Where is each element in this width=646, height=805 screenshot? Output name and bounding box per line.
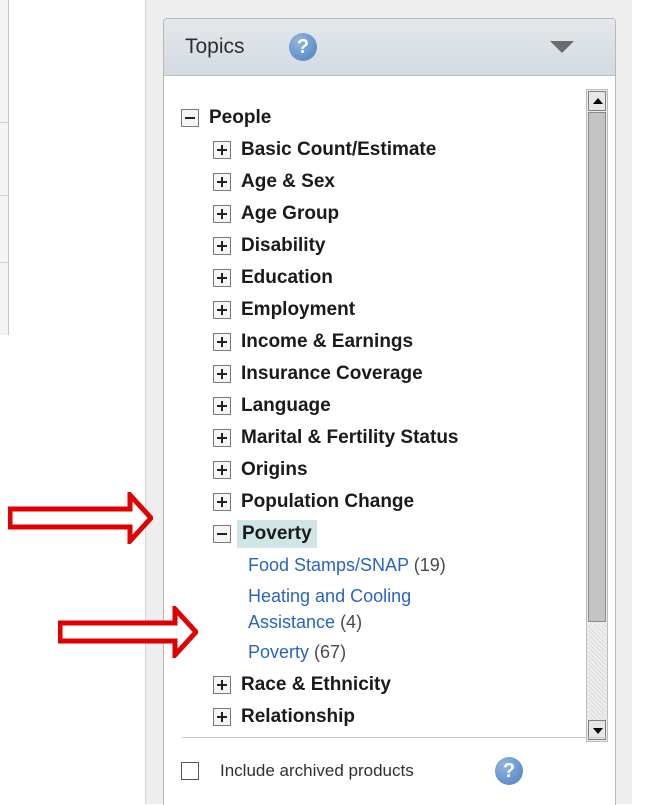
left-sidebar-divider [0, 122, 8, 123]
tree-node-label: Poverty [237, 520, 317, 548]
tree-node-label: Origins [241, 459, 308, 480]
help-icon[interactable]: ? [289, 33, 317, 61]
subtopic-count: (67) [314, 642, 347, 662]
scroll-thumb[interactable] [588, 112, 606, 622]
tree-node-label: Marital & Fertility Status [241, 427, 459, 448]
tree-node-label: Age Group [241, 203, 340, 224]
include-archived-checkbox[interactable] [181, 762, 199, 780]
help-icon[interactable]: ? [495, 757, 523, 785]
collapse-arrow-icon[interactable] [550, 41, 574, 53]
subtopic-name: Food Stamps/SNAP [248, 555, 409, 575]
topics-title: Topics [185, 35, 245, 58]
subtopic-link-heating-cooling[interactable]: Heating and Cooling [248, 586, 411, 607]
tree-node-cutoff [228, 738, 288, 739]
footer-divider [182, 737, 607, 738]
expand-icon[interactable] [213, 708, 231, 726]
expand-icon[interactable] [213, 461, 231, 479]
expand-icon[interactable] [213, 141, 231, 159]
scroll-down-icon [593, 728, 603, 734]
tree-node-label: Education [241, 267, 333, 288]
tree-scrollbar[interactable] [586, 89, 608, 742]
expand-icon[interactable] [213, 301, 231, 319]
collapse-icon[interactable] [213, 525, 231, 543]
expand-icon[interactable] [213, 333, 231, 351]
tree-node-label: Relationship [241, 706, 356, 727]
left-sidebar-divider [0, 262, 8, 263]
subtopic-link-heating-cooling-cont[interactable]: Assistance (4) [248, 612, 362, 633]
subtopic-count: (19) [413, 555, 446, 575]
scroll-up-icon [593, 98, 603, 104]
expand-icon[interactable] [213, 237, 231, 255]
subtopic-count: (4) [340, 612, 363, 632]
tree-node-label: Employment [241, 299, 356, 320]
annotation-arrow-icon [58, 606, 198, 658]
left-sidebar-edge [0, 0, 9, 335]
expand-icon[interactable] [213, 205, 231, 223]
left-sidebar-divider [0, 195, 8, 196]
tree-node-label: Basic Count/Estimate [241, 139, 437, 160]
scroll-track[interactable] [588, 624, 606, 720]
expand-icon[interactable] [213, 429, 231, 447]
annotation-arrow-icon [8, 492, 153, 544]
expand-icon[interactable] [213, 493, 231, 511]
tree-node-label: Race & Ethnicity [241, 674, 391, 695]
subtopic-link-food-stamps[interactable]: Food Stamps/SNAP (19) [248, 555, 446, 576]
collapse-icon[interactable] [181, 109, 199, 127]
expand-icon[interactable] [213, 269, 231, 287]
expand-icon[interactable] [213, 173, 231, 191]
topics-panel-container: Topics ? People Basic Count/Estimate Age… [145, 0, 632, 805]
topics-tree: People Basic Count/Estimate Age & Sex Ag… [164, 76, 582, 739]
tree-node-label: People [209, 107, 272, 128]
tree-node-label: Insurance Coverage [241, 363, 423, 384]
subtopic-link-poverty[interactable]: Poverty (67) [248, 642, 346, 663]
expand-icon[interactable] [213, 397, 231, 415]
subtopic-name: Assistance [248, 612, 336, 632]
scroll-up-button[interactable] [588, 91, 606, 111]
subtopic-name: Heating and Cooling [248, 586, 412, 606]
tree-node-label: Population Change [241, 491, 415, 512]
tree-node-label: Language [241, 395, 331, 416]
tree-node-label: Income & Earnings [241, 331, 414, 352]
topics-panel: Topics ? People Basic Count/Estimate Age… [163, 18, 616, 805]
expand-icon[interactable] [213, 365, 231, 383]
tree-node-label: Age & Sex [241, 171, 335, 192]
subtopic-name: Poverty [248, 642, 310, 662]
topics-header[interactable]: Topics ? [164, 19, 615, 76]
include-archived-label[interactable]: Include archived products [220, 761, 414, 781]
tree-node-label: Disability [241, 235, 326, 256]
expand-icon[interactable] [213, 676, 231, 694]
